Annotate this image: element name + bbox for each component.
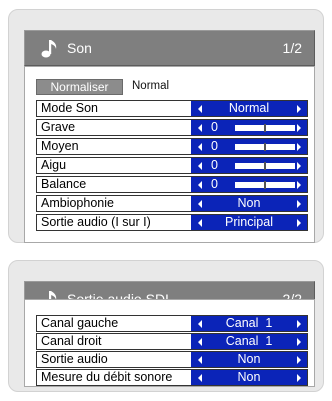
- setting-label: Aigu: [37, 158, 191, 173]
- arrow-right-icon[interactable]: [297, 374, 301, 382]
- setting-row-canal-droit[interactable]: Canal droit Canal 1: [36, 333, 308, 350]
- slider-marker[interactable]: [264, 143, 266, 151]
- sdi-audio-body: Canal gauche Canal 1 Canal droit Canal 1 Sor…: [24, 299, 315, 387]
- slider-track[interactable]: [235, 181, 295, 189]
- music-note-icon: [41, 40, 57, 58]
- selected-value: Non: [237, 196, 261, 210]
- arrow-left-icon[interactable]: [198, 320, 202, 328]
- value-selector[interactable]: Canal 1: [191, 316, 307, 331]
- arrow-right-icon[interactable]: [297, 143, 301, 151]
- setting-row-mesure-du-debit-sonore[interactable]: Mesure du débit sonore Non: [36, 369, 308, 386]
- slider-track[interactable]: [235, 143, 295, 151]
- level-slider[interactable]: 0: [191, 120, 307, 135]
- arrow-left-icon[interactable]: [198, 200, 202, 208]
- arrow-right-icon[interactable]: [297, 320, 301, 328]
- page-indicator: 1/2: [282, 40, 302, 56]
- setting-row-mode-son[interactable]: Mode Son Normal: [36, 100, 308, 117]
- selected-value: Non: [237, 370, 261, 384]
- arrow-right-icon[interactable]: [297, 105, 301, 113]
- value-selector[interactable]: Principal: [191, 215, 307, 230]
- setting-row-moyen[interactable]: Moyen 0: [36, 138, 308, 155]
- level-value: 0: [211, 158, 218, 172]
- setting-label: Mode Son: [37, 101, 191, 116]
- setting-row-canal-gauche[interactable]: Canal gauche Canal 1: [36, 315, 308, 332]
- sound-settings-body: Normaliser Normal Mode Son Normal Grave 0 Mo…: [24, 66, 315, 243]
- normalize-status: Normal: [132, 80, 170, 92]
- level-slider[interactable]: 0: [191, 158, 307, 173]
- level-slider[interactable]: 0: [191, 139, 307, 154]
- slider-marker[interactable]: [264, 162, 266, 170]
- slider-track[interactable]: [235, 124, 295, 132]
- setting-label: Canal gauche: [37, 316, 191, 331]
- arrow-right-icon[interactable]: [297, 124, 301, 132]
- slider-marker[interactable]: [264, 124, 266, 132]
- slider-marker[interactable]: [264, 181, 266, 189]
- level-value: 0: [211, 139, 218, 153]
- value-selector[interactable]: Non: [191, 370, 307, 385]
- setting-row-grave[interactable]: Grave 0: [36, 119, 308, 136]
- arrow-right-icon[interactable]: [297, 200, 301, 208]
- setting-row-ambiophonie[interactable]: Ambiophonie Non: [36, 195, 308, 212]
- arrow-right-icon[interactable]: [297, 181, 301, 189]
- arrow-right-icon[interactable]: [297, 219, 301, 227]
- setting-label: Grave: [37, 120, 191, 135]
- value-selector[interactable]: Canal 1: [191, 334, 307, 349]
- arrow-left-icon[interactable]: [198, 162, 202, 170]
- setting-label: Sortie audio: [37, 352, 191, 367]
- arrow-left-icon[interactable]: [198, 219, 202, 227]
- selected-value: Normal: [228, 101, 270, 115]
- selected-value: Canal 1: [225, 334, 273, 348]
- arrow-right-icon[interactable]: [297, 356, 301, 364]
- selected-value: Canal 1: [225, 316, 273, 330]
- value-selector[interactable]: Non: [191, 196, 307, 211]
- sdi-audio-panel: Sortie audio SDI 2/2 Canal gaucheCanal 1…: [8, 260, 324, 392]
- normalize-button[interactable]: Normaliser: [36, 79, 123, 95]
- setting-label: Mesure du débit sonore: [37, 370, 191, 385]
- setting-row-sortie-audio-i-sur-i[interactable]: Sortie audio (I sur I) Principal: [36, 214, 308, 231]
- arrow-left-icon[interactable]: [198, 374, 202, 382]
- panel-title: Son: [67, 40, 92, 56]
- arrow-right-icon[interactable]: [297, 162, 301, 170]
- slider-track[interactable]: [235, 162, 295, 170]
- selected-value: Principal: [225, 215, 273, 229]
- arrow-left-icon[interactable]: [198, 338, 202, 346]
- value-selector[interactable]: Non: [191, 352, 307, 367]
- arrow-left-icon[interactable]: [198, 143, 202, 151]
- sound-panel-header: Son 1/2: [24, 30, 315, 66]
- level-value: 0: [211, 120, 218, 134]
- setting-label: Canal droit: [37, 334, 191, 349]
- value-selector[interactable]: Normal: [191, 101, 307, 116]
- setting-row-aigu[interactable]: Aigu 0: [36, 157, 308, 174]
- setting-label: Moyen: [37, 139, 191, 154]
- setting-label: Ambiophonie: [37, 196, 191, 211]
- level-value: 0: [211, 177, 218, 191]
- level-slider[interactable]: 0: [191, 177, 307, 192]
- setting-label: Sortie audio (I sur I): [37, 215, 191, 230]
- selected-value: Non: [237, 352, 261, 366]
- sound-settings-panel: Son 1/2 Normaliser Normal Mode Son Normal…: [8, 9, 324, 243]
- arrow-left-icon[interactable]: [198, 356, 202, 364]
- arrow-left-icon[interactable]: [198, 181, 202, 189]
- setting-row-balance[interactable]: Balance 0: [36, 176, 308, 193]
- arrow-left-icon[interactable]: [198, 105, 202, 113]
- arrow-left-icon[interactable]: [198, 124, 202, 132]
- setting-row-sortie-audio[interactable]: Sortie audio Non: [36, 351, 308, 368]
- arrow-right-icon[interactable]: [297, 338, 301, 346]
- setting-label: Balance: [37, 177, 191, 192]
